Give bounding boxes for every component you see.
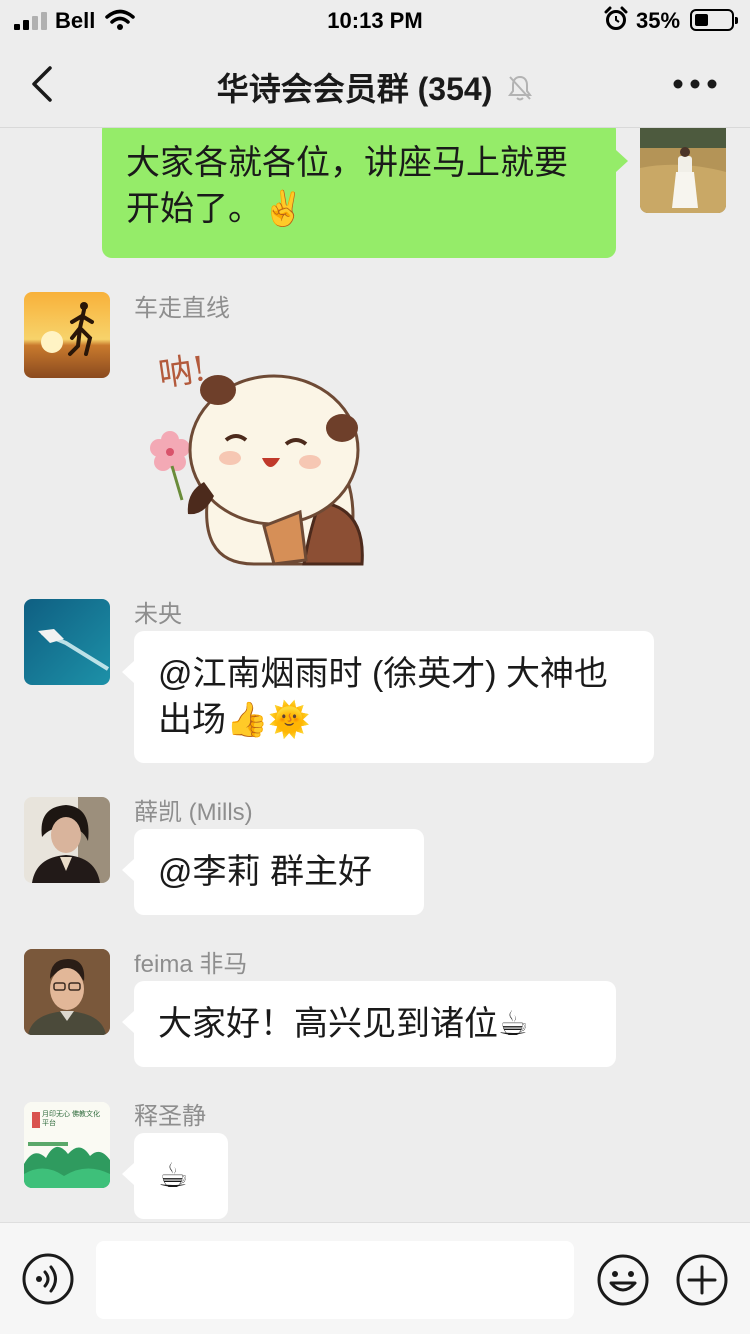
battery-percent: 35% bbox=[636, 8, 681, 33]
message-bubble[interactable]: ☕ bbox=[122, 1133, 228, 1219]
avatar-self[interactable] bbox=[640, 128, 726, 213]
message-input[interactable] bbox=[96, 1241, 574, 1319]
panda-sticker-icon bbox=[150, 374, 364, 566]
alarm-icon bbox=[604, 6, 628, 30]
message-bubble-self[interactable]: 大家各就各位，讲座马上就要开始了。✌️ bbox=[102, 128, 628, 258]
sender-name: 释圣静 bbox=[134, 1103, 206, 1130]
sticker-message[interactable]: 呐! bbox=[134, 332, 374, 568]
message-text: 大家各就各位，讲座马上就要开始了。✌️ bbox=[126, 144, 568, 228]
message-bubble[interactable]: 大家好！高兴见到诸位☕ bbox=[122, 981, 616, 1067]
message-text: @江南烟雨时 (徐英才) 大神也出场👍🌞 bbox=[158, 655, 609, 739]
chat-header: 华诗会会员群 (354) bbox=[0, 40, 750, 128]
sender-name: feima 非马 bbox=[134, 951, 248, 978]
sender-name: 薛凯 (Mills) bbox=[134, 799, 253, 826]
battery-icon bbox=[690, 9, 738, 31]
avatar-user[interactable] bbox=[24, 599, 110, 685]
message-bubble[interactable]: @李莉 群主好 bbox=[122, 829, 424, 915]
message-text: 大家好！高兴见到诸位☕ bbox=[158, 1005, 529, 1043]
avatar-user[interactable] bbox=[24, 797, 110, 883]
message-list[interactable]: 大家各就各位，讲座马上就要开始了。✌️ 车走直线 呐! 未央 @江南烟雨时 (徐… bbox=[0, 128, 750, 1222]
avatar-user[interactable]: 月印无心 佛教文化平台 bbox=[24, 1102, 110, 1188]
sender-name: 车走直线 bbox=[134, 295, 230, 322]
group-name: 华诗会会员群 (354) bbox=[216, 71, 493, 107]
status-bar: Bell 10:13 PM 35% bbox=[0, 0, 750, 40]
bell-off-icon bbox=[508, 75, 533, 101]
avatar-user[interactable] bbox=[24, 292, 110, 378]
message-text: ☕ bbox=[158, 1157, 189, 1195]
avatar-user[interactable] bbox=[24, 949, 110, 1035]
sender-name: 未央 bbox=[134, 601, 182, 628]
ellipsis-icon[interactable] bbox=[672, 78, 718, 90]
voice-icon[interactable] bbox=[21, 1252, 75, 1306]
avatar-caption: 月印无心 佛教文化平台 bbox=[42, 1111, 100, 1127]
smiley-icon[interactable] bbox=[596, 1253, 650, 1307]
message-bubble[interactable]: @江南烟雨时 (徐英才) 大神也出场👍🌞 bbox=[122, 631, 654, 763]
chat-title[interactable]: 华诗会会员群 (354) bbox=[0, 64, 750, 110]
plus-circle-icon[interactable] bbox=[675, 1253, 729, 1307]
message-text: @李莉 群主好 bbox=[158, 853, 372, 891]
input-bar bbox=[0, 1222, 750, 1334]
